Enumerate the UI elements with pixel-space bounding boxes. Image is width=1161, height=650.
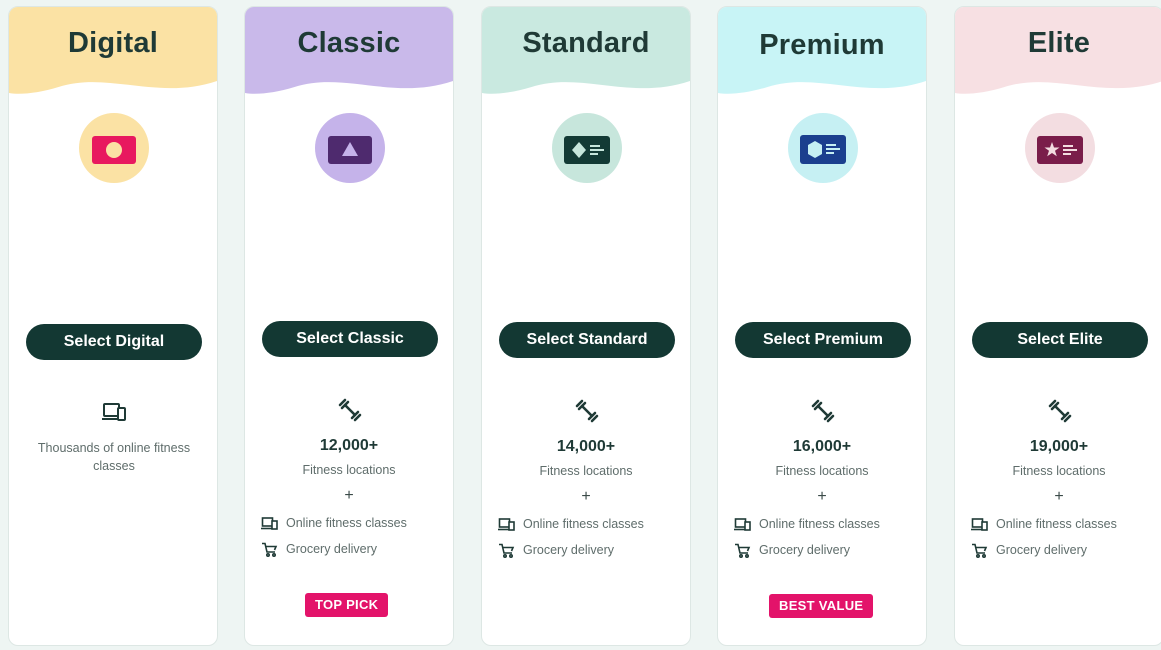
cart-icon <box>262 542 278 557</box>
membership-card-icon <box>1037 136 1083 164</box>
dumbbell-icon <box>810 398 836 424</box>
cart-icon <box>499 543 515 558</box>
membership-card-badge <box>79 113 149 183</box>
membership-card-icon <box>328 136 372 164</box>
perk-label: Grocery delivery <box>286 542 377 556</box>
best-value-badge: BEST VALUE <box>769 594 874 618</box>
plan-header: Classic <box>245 7 453 103</box>
dumbbell-icon <box>1047 398 1073 424</box>
locations-label: Fitness locations <box>1012 464 1106 478</box>
perk-label: Grocery delivery <box>759 543 850 557</box>
plan-header: Standard <box>482 7 690 103</box>
perk-online-classes: Online fitness classes <box>261 514 407 532</box>
plan-name: Classic <box>297 27 401 59</box>
cart-icon <box>735 543 751 558</box>
select-elite-button[interactable]: Select Elite <box>972 322 1148 358</box>
top-pick-badge: TOP PICK <box>305 593 389 617</box>
perk-online-classes: Online fitness classes <box>734 515 880 533</box>
membership-card-badge <box>315 113 385 183</box>
locations-count: 12,000+ <box>319 437 379 454</box>
devices-icon <box>498 517 515 531</box>
locations-count: 16,000+ <box>792 438 852 455</box>
plan-name: Premium <box>759 29 885 61</box>
cart-icon <box>972 543 988 558</box>
membership-card-icon <box>564 136 610 164</box>
membership-card-badge <box>552 113 622 183</box>
perk-label: Grocery delivery <box>996 543 1087 557</box>
locations-label: Fitness locations <box>302 463 396 477</box>
devices-icon <box>971 517 988 531</box>
plus-sign: + <box>581 488 591 505</box>
perk-label: Online fitness classes <box>996 517 1117 531</box>
select-standard-button[interactable]: Select Standard <box>499 322 675 358</box>
plan-name: Standard <box>522 27 650 59</box>
membership-card-icon <box>800 135 846 164</box>
plan-card-standard: Standard Select Standard 14,000+ Fitness… <box>481 6 691 646</box>
devices-icon <box>101 399 127 425</box>
membership-card-badge <box>788 113 858 183</box>
perk-label: Online fitness classes <box>286 516 407 530</box>
plan-header: Premium <box>718 7 926 103</box>
plan-card-elite: Elite Select Elite 19,000+ Fitness locat… <box>954 6 1161 646</box>
locations-label: Fitness locations <box>539 464 633 478</box>
plus-sign: + <box>344 487 354 504</box>
perk-grocery-delivery: Grocery delivery <box>261 540 377 558</box>
plan-header: Digital <box>9 7 217 103</box>
plan-cards: Digital Select Digital Thousands of onli… <box>8 6 1161 646</box>
locations-label: Fitness locations <box>775 464 869 478</box>
plan-header: Elite <box>955 7 1161 103</box>
plan-card-digital: Digital Select Digital Thousands of onli… <box>8 6 218 646</box>
perk-label: Online fitness classes <box>523 517 644 531</box>
devices-icon <box>734 517 751 531</box>
select-classic-button[interactable]: Select Classic <box>262 321 438 357</box>
plan-description: Thousands of online fitness classes <box>37 441 191 473</box>
perk-grocery-delivery: Grocery delivery <box>498 541 614 559</box>
plan-card-premium: Premium Select Premium 16,000+ Fitness l… <box>717 6 927 646</box>
select-digital-button[interactable]: Select Digital <box>26 324 202 360</box>
perk-label: Online fitness classes <box>759 517 880 531</box>
membership-card-badge <box>1025 113 1095 183</box>
plan-name: Digital <box>67 27 158 59</box>
locations-count: 19,000+ <box>1029 438 1089 455</box>
perk-label: Grocery delivery <box>523 543 614 557</box>
devices-icon <box>261 516 278 530</box>
perk-grocery-delivery: Grocery delivery <box>734 541 850 559</box>
perk-grocery-delivery: Grocery delivery <box>971 541 1087 559</box>
select-premium-button[interactable]: Select Premium <box>735 322 911 358</box>
plus-sign: + <box>1054 488 1064 505</box>
locations-count: 14,000+ <box>556 438 616 455</box>
plan-name: Elite <box>1027 27 1091 59</box>
perk-online-classes: Online fitness classes <box>498 515 644 533</box>
dumbbell-icon <box>337 397 363 423</box>
dumbbell-icon <box>574 398 600 424</box>
perk-online-classes: Online fitness classes <box>971 515 1117 533</box>
plan-card-classic: Classic Select Classic 12,000+ Fitness l… <box>244 6 454 646</box>
plus-sign: + <box>817 488 827 505</box>
membership-card-icon <box>92 136 136 164</box>
